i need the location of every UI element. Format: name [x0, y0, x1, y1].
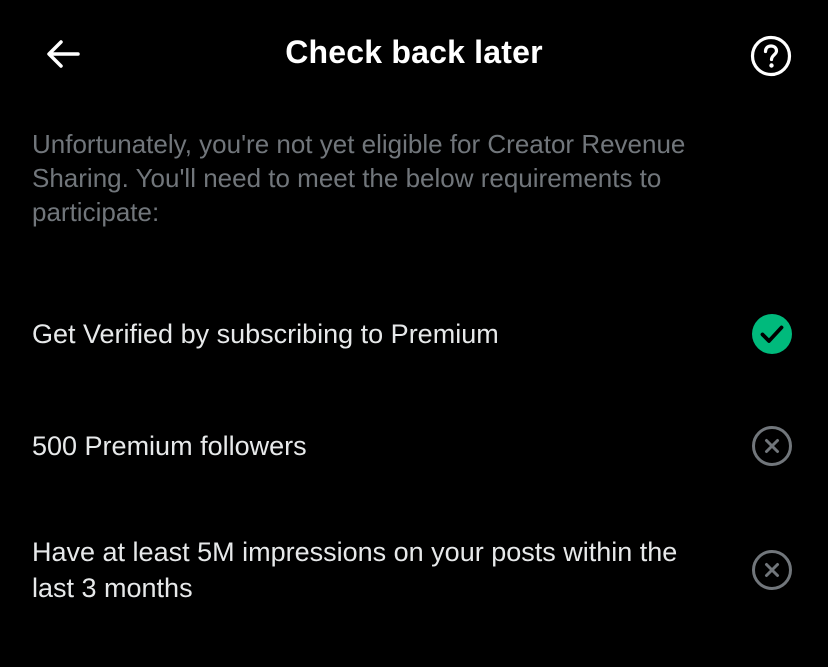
- requirement-item-followers: 500 Premium followers: [32, 422, 796, 470]
- top-bar: Check back later: [0, 0, 828, 112]
- requirement-label: Get Verified by subscribing to Premium: [32, 319, 499, 349]
- requirement-item-verified: Get Verified by subscribing to Premium: [32, 310, 796, 358]
- page-title: Check back later: [285, 34, 543, 70]
- x-circle-icon: [750, 548, 794, 592]
- requirement-label: Have at least 5M impressions on your pos…: [32, 537, 678, 603]
- x-circle-icon: [750, 424, 794, 468]
- eligibility-message: Unfortunately, you're not yet eligible f…: [32, 129, 686, 227]
- help-button[interactable]: [746, 33, 796, 83]
- check-circle-icon: [750, 312, 794, 356]
- question-circle-icon: [750, 35, 792, 82]
- requirement-label: 500 Premium followers: [32, 431, 307, 461]
- requirement-item-impressions: Have at least 5M impressions on your pos…: [32, 534, 796, 606]
